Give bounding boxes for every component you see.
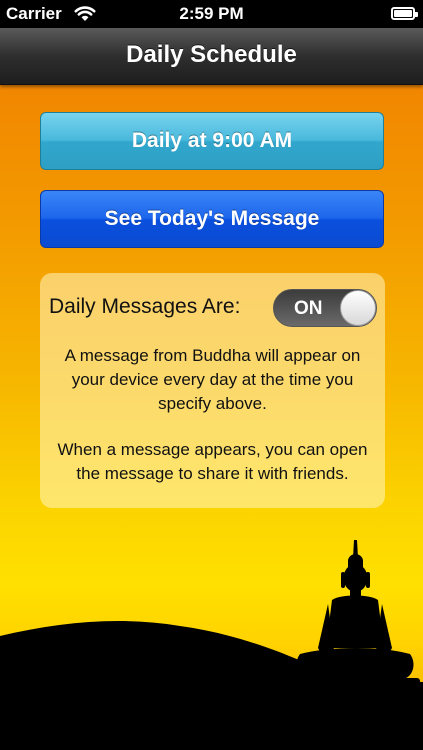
description-line: the message to share it with friends. [76,464,349,483]
status-time: 2:59 PM [179,4,244,23]
buddha-silhouette [0,540,423,750]
description-line: your device every day at the time you [71,370,354,389]
see-todays-message-button[interactable]: See Today's Message [40,190,384,248]
daily-messages-label: Daily Messages Are: [49,295,241,318]
description-line: specify above. [158,394,267,413]
description-paragraph-2: When a message appears, you can open the… [40,438,385,486]
description-line: When a message appears, you can open [57,440,368,459]
settings-panel: Daily Messages Are: ON A message from Bu… [40,273,385,508]
navigation-bar: Daily Schedule [0,28,423,85]
status-bar: Carrier 2:59 PM [0,0,423,28]
description-line: A message from Buddha will appear on [64,346,361,365]
daily-messages-toggle[interactable]: ON [273,289,377,327]
page-title: Daily Schedule [126,41,297,68]
toggle-knob [340,290,376,326]
description-paragraph-1: A message from Buddha will appear on you… [40,344,385,416]
schedule-time-button[interactable]: Daily at 9:00 AM [40,112,384,170]
toggle-state-label: ON [294,298,323,319]
battery-icon [391,7,418,20]
